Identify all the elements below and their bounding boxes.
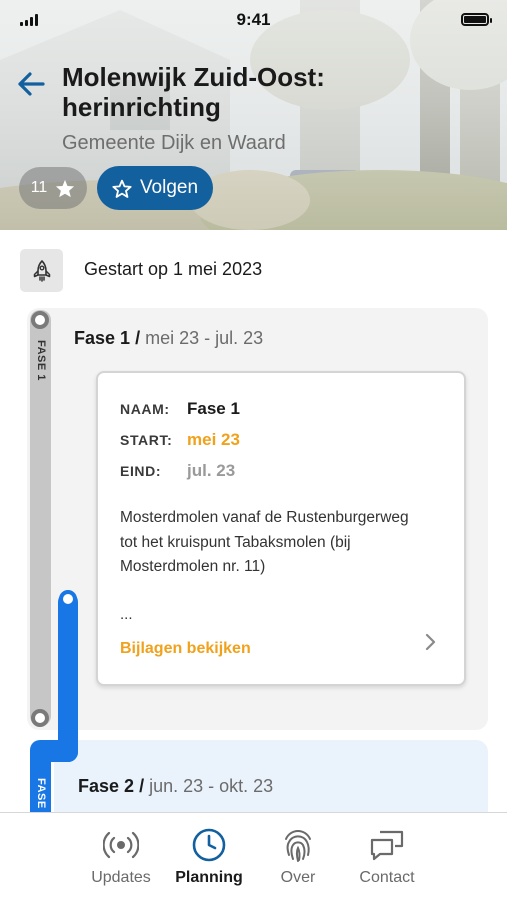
status-time: 9:41 [236,10,271,29]
naam-label: NAAM: [120,401,170,417]
nav-over-label: Over [280,869,316,886]
fingerprint-icon [285,830,311,862]
detail-naam-row: NAAM: Fase 1 [120,399,240,419]
star-outline-icon [112,179,132,198]
nav-updates[interactable]: Updates [76,827,166,887]
phase-2-connector [58,592,78,762]
detail-eind-row: EIND: jul. 23 [120,461,235,481]
phase-2-start-node [59,590,77,608]
page-title: Molenwijk Zuid-Oost: herinrichting [62,62,325,122]
phase-2-title: Fase 2 [78,776,135,796]
phase-1-heading[interactable]: Fase 1 / mei 23 - jul. 23 [74,328,263,349]
phase-2-heading[interactable]: Fase 2 / jun. 23 - okt. 23 [78,776,273,797]
battery-icon [461,13,492,26]
star-count-badge: 11 [19,167,87,209]
phase-1-detail-card: NAAM: Fase 1 START: mei 23 EIND: jul. 23… [96,371,466,686]
clock-icon [192,828,226,862]
nav-contact[interactable]: Contact [342,827,432,887]
nav-updates-label: Updates [91,869,151,886]
hero-header: 9:41 Molenwijk Zuid-Oost: herinrichting … [0,0,507,230]
nav-planning[interactable]: Planning [164,827,254,887]
follow-label: Volgen [139,177,199,198]
star-icon [56,179,75,197]
description-ellipsis: ... [120,606,133,623]
back-button[interactable] [14,66,48,102]
start-icon-box [20,249,63,292]
page-subtitle: Gemeente Dijk en Waard [62,132,286,154]
status-bar: 9:41 [0,0,507,40]
arrow-left-icon [18,72,45,96]
nav-over[interactable]: Over [253,827,343,887]
start-date-text: Gestart op 1 mei 2023 [84,259,263,279]
rocket-icon [33,259,50,282]
phase-1-start-node [31,311,49,329]
eind-value: jul. 23 [187,461,236,480]
start-value: mei 23 [187,430,240,449]
chevron-right-icon[interactable] [420,631,440,653]
nav-planning-label: Planning [175,869,243,886]
phase-1-range: mei 23 - jul. 23 [145,328,264,348]
star-count: 11 [30,179,48,196]
start-label: START: [120,432,173,448]
phase-1-separator: / [135,328,141,348]
naam-value: Fase 1 [187,399,240,418]
bottom-navigation: Updates Planning Over Contact [0,812,507,900]
phase-1-title: Fase 1 [74,328,131,348]
phase-1-rail-label: FASE 1 [34,340,47,381]
nav-contact-label: Contact [359,869,415,886]
phase-1-end-node [31,709,49,727]
broadcast-icon [103,831,139,859]
eind-label: EIND: [120,463,162,479]
phase-2-range: jun. 23 - okt. 23 [149,776,274,796]
follow-button[interactable]: Volgen [97,166,213,210]
phase-description: Mosterdmolen vanaf de Rustenburgerweg to… [120,509,409,575]
view-attachments-link[interactable]: Bijlagen bekijken [120,640,251,658]
detail-start-row: START: mei 23 [120,430,240,450]
phase-2-separator: / [139,776,145,796]
chat-bubbles-icon [370,830,404,861]
